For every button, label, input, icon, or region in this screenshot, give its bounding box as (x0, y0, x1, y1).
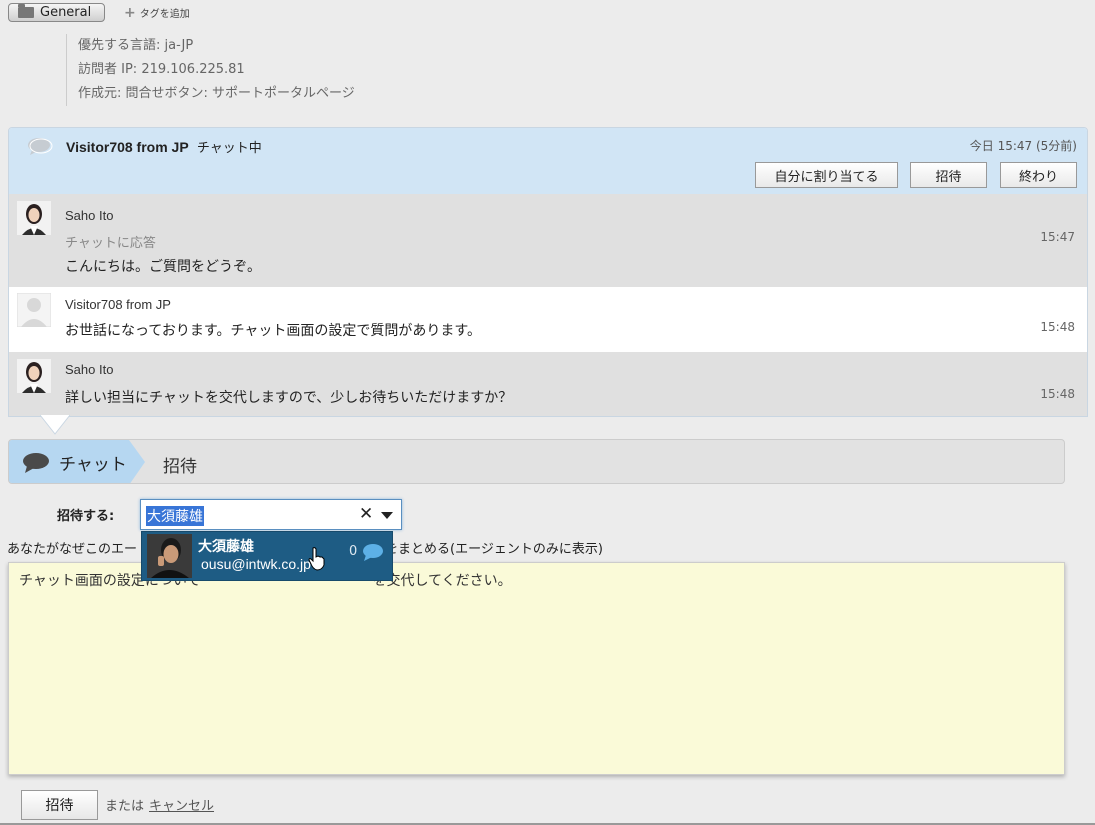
invite-agent-select[interactable]: 大須藤雄 ✕ (140, 499, 402, 530)
add-tag-label: タグを追加 (139, 9, 190, 20)
message-time: 15:48 (1040, 387, 1075, 401)
plus-icon: + (124, 4, 136, 21)
tab-chat[interactable]: チャット (9, 440, 145, 483)
hand-cursor-icon (308, 547, 325, 571)
visitor-info: 優先する言語: ja-JP 訪問者 IP: 219.106.225.81 作成元… (66, 34, 355, 106)
chat-status: チャット中 (196, 141, 262, 156)
message-subtext: チャットに応答 (65, 236, 156, 251)
notes-text-end: を交代してください。 (372, 573, 512, 589)
invite-selected-value: 大須藤雄 (146, 506, 204, 526)
visitor-ip: 訪問者 IP: 219.106.225.81 (78, 62, 245, 77)
invite-notes-textarea[interactable]: チャット画面の設定について を交代してください。 (8, 562, 1065, 775)
message-time: 15:47 (1040, 230, 1075, 244)
chat-bubble-icon (363, 544, 383, 561)
chat-message: Visitor708 from JP お世話になっております。チャット画面の設定… (9, 286, 1087, 352)
chat-bubble-icon (23, 452, 49, 473)
message-sender: Visitor708 from JP (65, 297, 171, 312)
action-tabs: チャット 招待 (8, 439, 1065, 484)
agent-email: ousu@intwk.co.jp (201, 556, 311, 572)
assign-to-me-button[interactable]: 自分に割り当てる (755, 162, 898, 188)
dropdown-arrow-icon[interactable] (381, 512, 393, 519)
agent-avatar (17, 201, 51, 235)
chat-bubble-icon (28, 138, 53, 155)
submit-invite-button[interactable]: 招待 (21, 790, 98, 820)
chat-message: Saho Ito チャットに応答 こんにちは。ご質問をどうぞ。 15:47 (9, 194, 1087, 286)
folder-icon (18, 4, 34, 18)
invite-label: 招待する: (57, 509, 115, 524)
agent-avatar (17, 359, 51, 393)
cancel-link[interactable]: キャンセル (149, 795, 214, 814)
chat-panel: Visitor708 from JP チャット中 今日 15:47 (5分前) … (8, 127, 1088, 417)
chat-header: Visitor708 from JP チャット中 今日 15:47 (5分前) … (9, 128, 1087, 194)
reason-label-left: あなたがなぜこのエー (7, 542, 138, 557)
agent-chat-count: 0 (349, 544, 358, 559)
end-chat-button[interactable]: 終わり (1000, 162, 1077, 188)
chat-title: Visitor708 from JP チャット中 (66, 137, 262, 156)
visitor-avatar (17, 293, 51, 327)
clear-icon[interactable]: ✕ (359, 504, 373, 524)
message-text: お世話になっております。チャット画面の設定で質問があります。 (65, 323, 481, 339)
message-text: こんにちは。ご質問をどうぞ。 (65, 259, 261, 275)
visitor-language: 優先する言語: ja-JP (78, 38, 194, 53)
message-sender: Saho Ito (65, 208, 114, 223)
agent-photo (147, 534, 192, 578)
group-tag[interactable]: General (8, 3, 105, 22)
invite-button[interactable]: 招待 (910, 162, 987, 188)
tab-invite[interactable]: 招待 (163, 452, 197, 477)
chat-visitor-name: Visitor708 from JP (66, 139, 189, 155)
or-text: または (105, 799, 145, 814)
chat-message: Saho Ito 詳しい担当にチャットを交代しますので、少しお待ちいただけますか… (9, 352, 1087, 416)
tab-chat-label: チャット (59, 455, 127, 475)
message-time: 15:48 (1040, 320, 1075, 334)
message-text: 詳しい担当にチャットを交代しますので、少しお待ちいただけますか？ (65, 390, 513, 406)
visitor-source: 作成元: 問合せボタン: サポートポータルページ (78, 86, 355, 101)
group-tag-label: General (40, 5, 92, 20)
message-sender: Saho Ito (65, 362, 114, 377)
agent-name: 大須藤雄 (198, 539, 254, 555)
reason-label-right: をまとめる(エージェントのみに表示) (385, 542, 603, 557)
agent-dropdown-option[interactable]: 大須藤雄 ousu@intwk.co.jp 0 (141, 531, 393, 581)
add-tag-link[interactable]: + タグを追加 (124, 4, 190, 21)
chat-timestamp: 今日 15:47 (5分前) (969, 139, 1077, 153)
panel-pointer (40, 414, 70, 435)
